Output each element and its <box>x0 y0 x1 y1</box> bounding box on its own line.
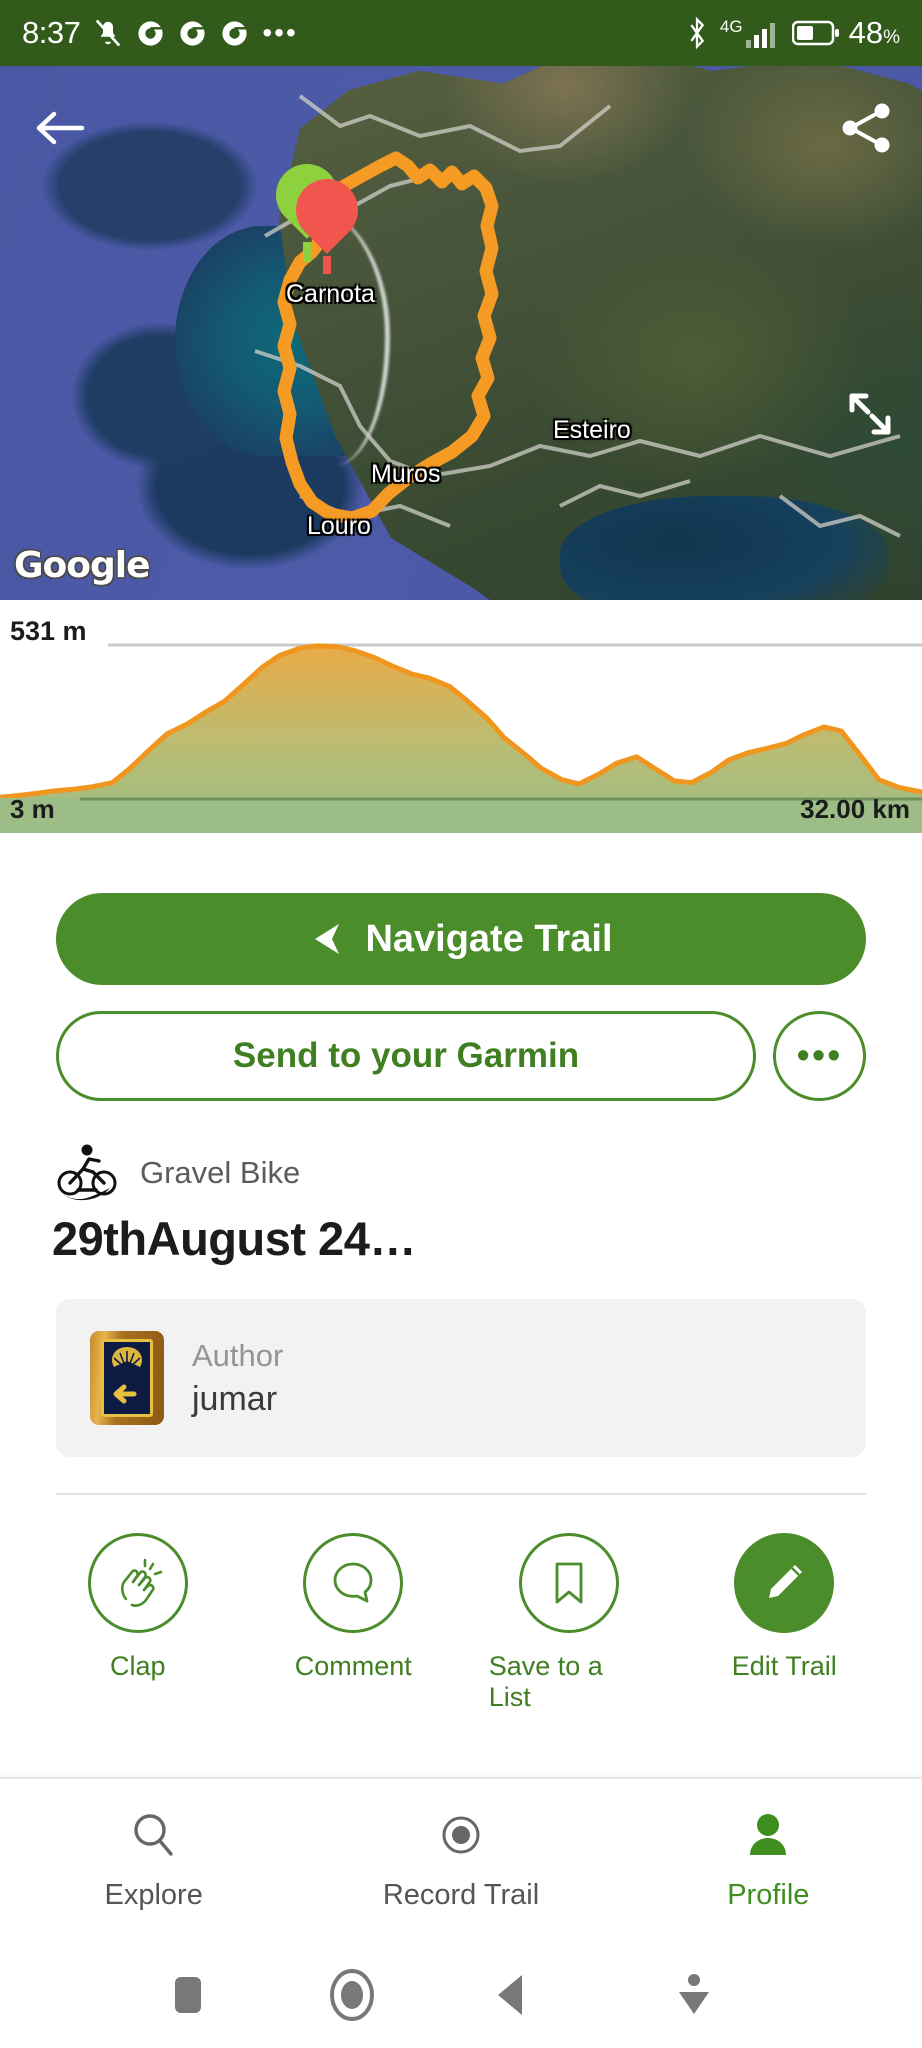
clap-circle <box>87 1533 188 1633</box>
status-bar-left: 8:37 ••• <box>22 15 298 51</box>
send-to-garmin-button[interactable]: Send to your Garmin <box>56 1011 756 1101</box>
record-icon <box>442 1816 480 1854</box>
comment-icon <box>333 1562 373 1603</box>
bottom-nav-record[interactable]: Record Trail <box>307 1779 614 1940</box>
battery-percent: 48% <box>848 15 900 50</box>
status-bar: 8:37 ••• 4G 48% <box>0 0 922 66</box>
back-arrow-icon[interactable] <box>30 104 90 152</box>
comment-circle <box>303 1533 404 1633</box>
expand-icon[interactable] <box>844 388 896 440</box>
bottom-navigation: Explore Record Trail Profile <box>0 1777 922 1940</box>
chrome-icon <box>180 20 205 46</box>
signal-bars-icon <box>745 22 775 48</box>
map-label-carnota: Carnota <box>286 280 375 308</box>
map-view[interactable]: Carnota Esteiro Muros Louro Google <box>0 66 922 600</box>
search-icon <box>133 1814 173 1856</box>
trail-title: 29thAugust 24… <box>52 1212 416 1265</box>
status-time: 8:37 <box>22 15 81 50</box>
pencil-icon <box>769 1565 803 1598</box>
map-label-muros: Muros <box>371 460 441 488</box>
author-card[interactable]: Author jumar <box>56 1299 866 1457</box>
network-type: 4G <box>719 16 743 36</box>
more-horizontal-icon: ••• <box>796 1034 843 1077</box>
google-attribution: Google <box>14 545 151 586</box>
send-to-garmin-label: Send to your Garmin <box>232 1036 580 1075</box>
more-icon: ••• <box>262 17 298 49</box>
edit-circle <box>734 1533 835 1633</box>
bottom-nav-profile[interactable]: Profile <box>615 1779 922 1940</box>
elevation-profile[interactable]: 531 m 3 m 32.00 km <box>0 600 922 833</box>
map-overlay <box>254 94 901 538</box>
save-to-list-label: Save to a List <box>488 1651 603 1712</box>
save-to-list-action[interactable]: Save to a List <box>489 1533 649 1713</box>
bluetooth-icon <box>690 16 705 50</box>
navigate-arrow-icon <box>315 924 340 954</box>
gravel-bike-icon <box>57 1144 117 1201</box>
navigate-trail-label: Navigate Trail <box>365 917 613 960</box>
baseline-band <box>0 798 922 833</box>
elevation-distance-label: 32.00 km <box>800 794 910 824</box>
clap-action[interactable]: Clap <box>58 1533 218 1713</box>
chrome-icon <box>222 20 247 46</box>
more-options-button[interactable]: ••• <box>773 1011 866 1101</box>
recents-square-icon[interactable] <box>168 1972 208 2018</box>
shell-arrow-icon <box>112 1347 142 1404</box>
edit-trail-action[interactable]: Edit Trail <box>704 1533 864 1713</box>
chrome-icon <box>138 20 163 46</box>
edit-trail-label: Edit Trail <box>731 1651 837 1681</box>
trail-detail-content: Navigate Trail Send to your Garmin ••• G… <box>0 833 922 1777</box>
android-navigation-bar <box>0 1940 922 2048</box>
home-circle-icon[interactable] <box>322 1966 382 2024</box>
status-bar-right: 4G 48% <box>683 15 900 51</box>
author-role-label: Author <box>192 1337 284 1373</box>
bottom-nav-explore[interactable]: Explore <box>0 1779 307 1940</box>
author-text: Author jumar <box>192 1338 283 1419</box>
map-label-louro: Louro <box>307 512 371 540</box>
map-roads <box>254 94 901 538</box>
comment-action[interactable]: Comment <box>273 1533 433 1713</box>
activity-type-row: Gravel Bike <box>56 1143 300 1203</box>
person-icon <box>750 1814 787 1855</box>
back-triangle-icon[interactable] <box>490 1970 538 2020</box>
author-name-label: jumar <box>192 1379 278 1418</box>
download-icon[interactable] <box>672 1970 716 2020</box>
bottom-nav-record-label: Record Trail <box>382 1879 540 1911</box>
bookmark-icon <box>555 1562 583 1604</box>
clap-label: Clap <box>109 1651 166 1681</box>
navigate-trail-button[interactable]: Navigate Trail <box>56 893 866 985</box>
share-icon[interactable] <box>838 100 894 156</box>
elevation-min-label: 3 m <box>10 794 55 824</box>
section-divider <box>56 1493 866 1495</box>
map-label-esteiro: Esteiro <box>553 416 631 444</box>
social-actions-row: Clap Comment Save to a List Edit Trail <box>0 1533 922 1713</box>
battery-icon <box>791 20 839 46</box>
bottom-nav-profile-label: Profile <box>727 1879 810 1911</box>
elevation-max-label: 531 m <box>10 616 87 646</box>
activity-type-label: Gravel Bike <box>140 1155 301 1190</box>
signal-group: 4G <box>720 18 783 49</box>
mute-icon <box>96 19 121 47</box>
clap-icon <box>120 1558 163 1607</box>
camino-shell-avatar <box>90 1331 164 1425</box>
elevation-chart <box>0 643 922 833</box>
bottom-nav-explore-label: Explore <box>104 1879 203 1911</box>
comment-label: Comment <box>294 1651 412 1681</box>
save-circle <box>518 1533 619 1633</box>
